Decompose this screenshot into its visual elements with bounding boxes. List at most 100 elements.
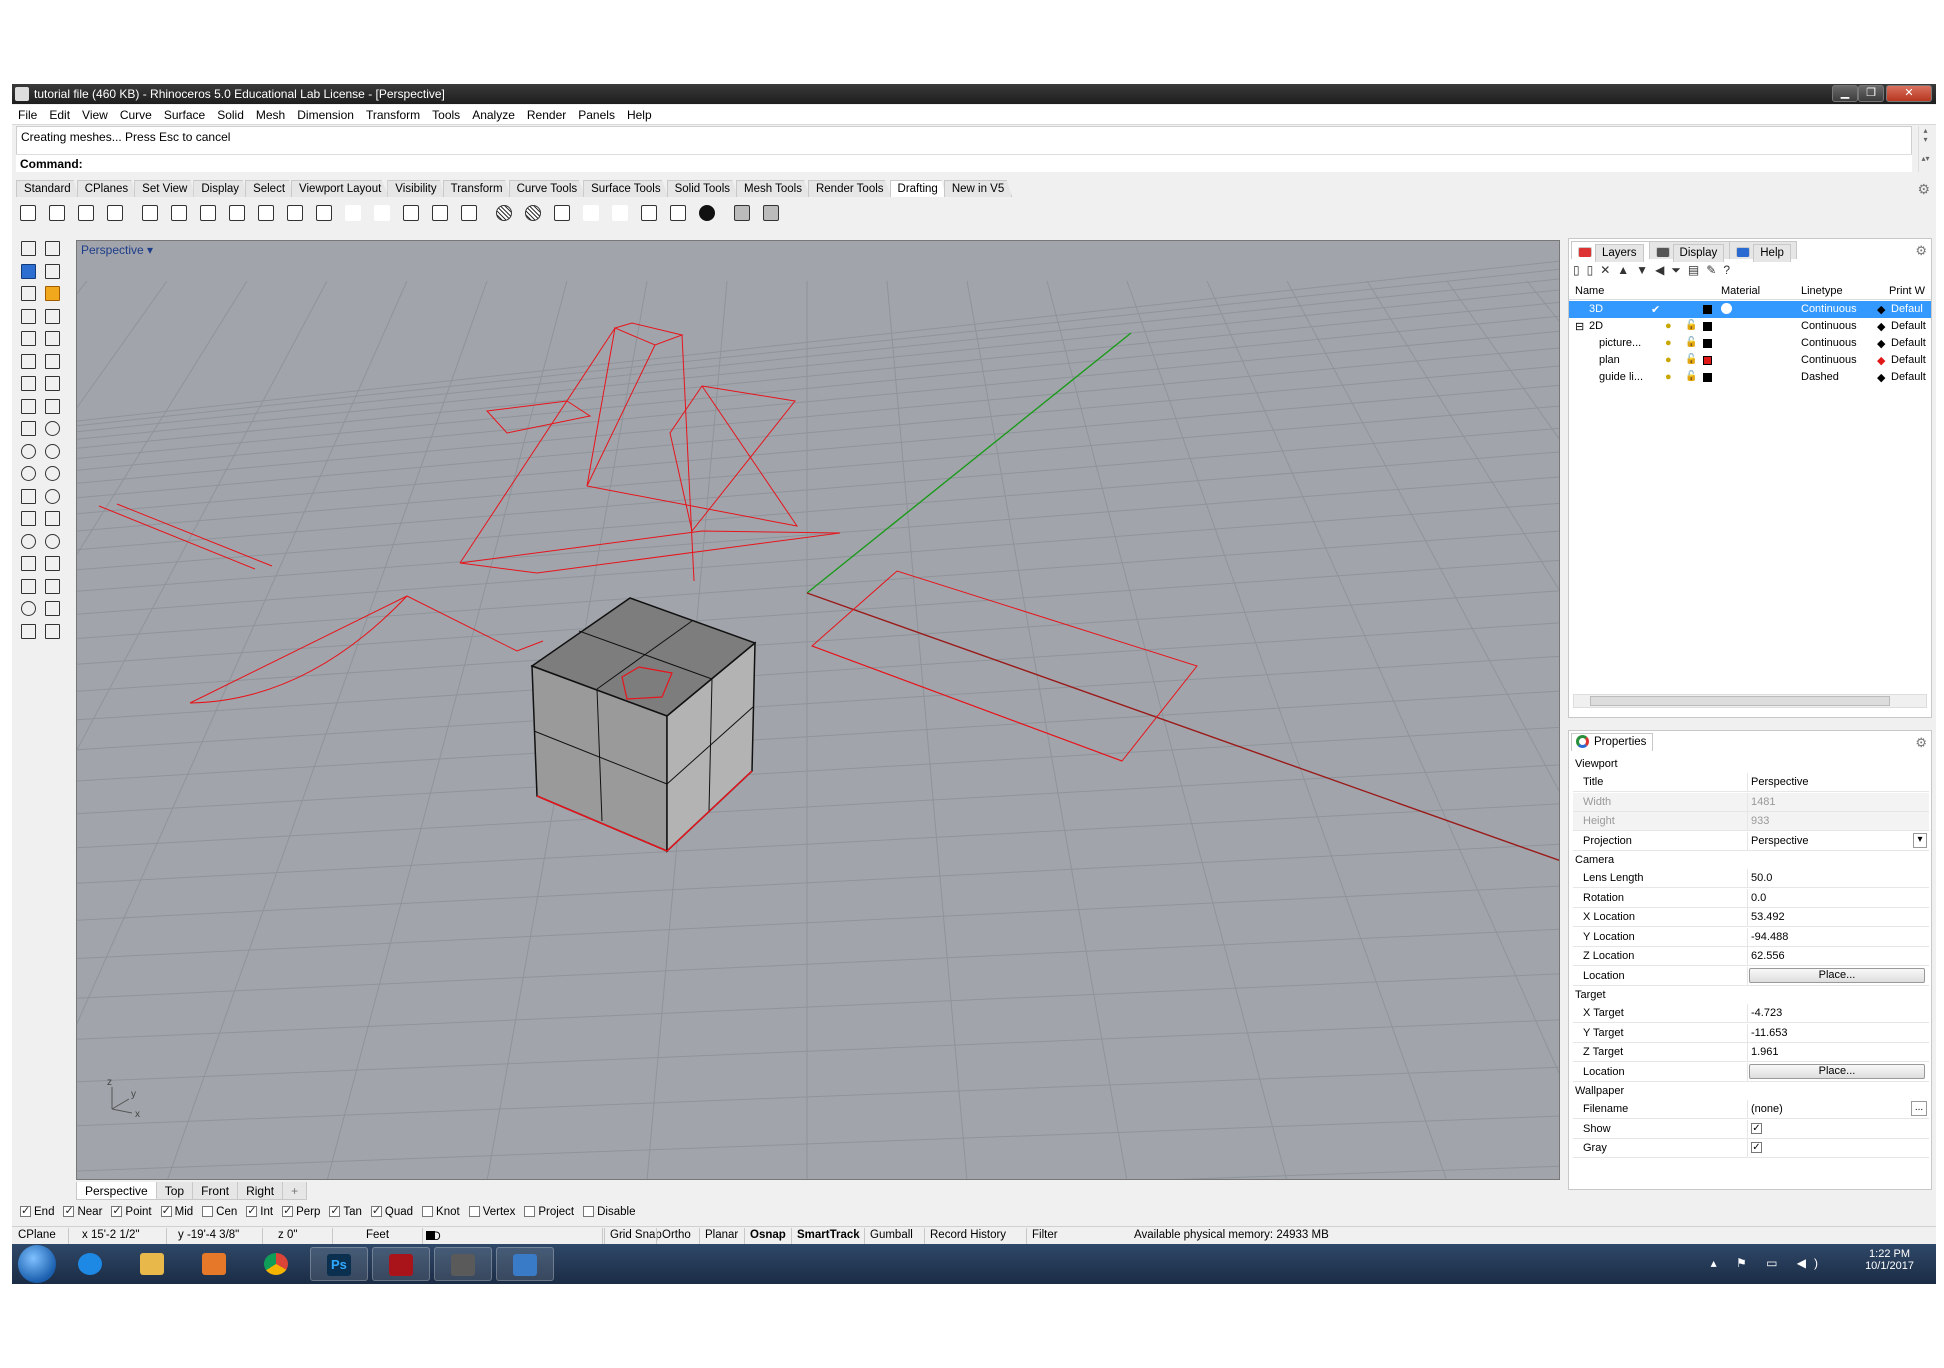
annotation-icon[interactable]: [639, 203, 659, 223]
col-name[interactable]: Name: [1575, 285, 1604, 297]
dimension-style-icon[interactable]: [459, 203, 479, 223]
dimension-edit-icon[interactable]: [430, 203, 450, 223]
viewport-tab-front[interactable]: Front: [192, 1182, 239, 1200]
projection-dropdown-icon[interactable]: ▾: [1913, 832, 1927, 848]
layout-icon[interactable]: [761, 203, 781, 223]
viewport-tab-right[interactable]: Right: [237, 1182, 284, 1200]
current-layer-check-icon[interactable]: ✔: [1651, 303, 1660, 316]
red-curve[interactable]: [98, 503, 273, 570]
lock-closed-icon[interactable]: 🔓: [1685, 371, 1697, 382]
menu-file[interactable]: File: [12, 105, 43, 122]
square-icon[interactable]: [18, 621, 40, 643]
hatch-icon[interactable]: [494, 203, 514, 223]
page-corner-icon[interactable]: [76, 203, 96, 223]
tangent-line-icon[interactable]: [42, 373, 64, 395]
osnap-quad[interactable]: Quad: [370, 1204, 413, 1218]
layer-color-swatch[interactable]: [1703, 339, 1712, 348]
menu-tools[interactable]: Tools: [426, 105, 466, 122]
minimize-button[interactable]: ▁: [1832, 85, 1858, 102]
perspective-viewport[interactable]: z yx Perspective ▾: [76, 240, 1560, 1180]
new-layer-icon[interactable]: ▯: [1573, 263, 1587, 277]
osnap-knot-checkbox[interactable]: [422, 1206, 434, 1217]
tab-standard[interactable]: Standard: [16, 180, 79, 197]
arc-3pt-icon[interactable]: [42, 486, 64, 508]
layer-row[interactable]: picture... ● 🔓 Continuous ◆ Default: [1569, 335, 1931, 352]
osnap-near[interactable]: Near: [63, 1204, 102, 1218]
rhino-taskbar-button[interactable]: [434, 1247, 492, 1281]
clock[interactable]: 1:22 PM 10/1/2017: [1865, 1248, 1914, 1272]
command-scrollbar[interactable]: ▴▾: [1918, 154, 1932, 172]
media-player-taskbar-button[interactable]: [186, 1247, 244, 1281]
lightbulb-icon[interactable]: ●: [1665, 320, 1672, 332]
toggle-smarttrack[interactable]: SmartTrack: [797, 1229, 860, 1241]
property-value[interactable]: 62.556: [1751, 950, 1785, 962]
frame-icon[interactable]: [42, 576, 64, 598]
gear-icon[interactable]: ⚙: [1917, 181, 1930, 198]
menu-curve[interactable]: Curve: [114, 105, 158, 122]
move-left-icon[interactable]: ◀: [1655, 263, 1671, 277]
viewport-tab-perspective[interactable]: Perspective: [76, 1182, 157, 1200]
osnap-cen[interactable]: Cen: [202, 1206, 237, 1218]
properties-tab[interactable]: Properties: [1571, 733, 1654, 751]
table-icon[interactable]: [668, 203, 688, 223]
layer-row[interactable]: 3D ✔ Continuous ◆ Defaul: [1569, 301, 1931, 318]
layer-row[interactable]: ⊟ 2D ● 🔓 Continuous ◆ Default: [1569, 318, 1931, 335]
sphere-icon[interactable]: [697, 203, 717, 223]
dimension-linear-icon[interactable]: [140, 203, 160, 223]
osnap-near-checkbox[interactable]: [63, 1204, 75, 1217]
leader-icon[interactable]: [285, 203, 305, 223]
viewport-tab-top[interactable]: Top: [155, 1182, 194, 1200]
osnap-icon[interactable]: [18, 283, 40, 305]
start-button[interactable]: [18, 1245, 56, 1283]
cplane-label[interactable]: CPlane: [18, 1229, 56, 1241]
lock-open-icon[interactable]: 🔓: [1685, 354, 1697, 365]
filter-icon[interactable]: ⏷: [1671, 263, 1688, 277]
panel-gear-icon[interactable]: ⚙: [1915, 243, 1927, 259]
text-block-icon[interactable]: [372, 203, 392, 223]
osnap-project-checkbox[interactable]: [524, 1206, 536, 1217]
osnap-tan-checkbox[interactable]: [329, 1204, 341, 1217]
osnap-disable-checkbox[interactable]: [583, 1206, 595, 1217]
history-scrollbar[interactable]: ▴ ▾: [1918, 126, 1932, 154]
box-object[interactable]: [530, 597, 757, 853]
osnap-tan[interactable]: Tan: [329, 1204, 362, 1218]
layer-print-width[interactable]: Default: [1891, 320, 1926, 332]
rectangle-icon[interactable]: [18, 203, 38, 223]
layer-expand-icon[interactable]: ⊟: [1575, 320, 1584, 333]
osnap-perp-checkbox[interactable]: [282, 1204, 294, 1217]
layer-linetype[interactable]: Continuous: [1801, 337, 1857, 349]
osnap-knot[interactable]: Knot: [422, 1206, 460, 1218]
circle-icon[interactable]: [18, 441, 40, 463]
layer-color-swatch[interactable]: [1703, 356, 1712, 365]
layer-linetype[interactable]: Continuous: [1801, 320, 1857, 332]
red-curve[interactable]: [485, 400, 592, 434]
red-curve[interactable]: [613, 322, 684, 346]
tab-transform[interactable]: Transform: [442, 180, 511, 197]
delete-layer-icon[interactable]: ✕: [1600, 263, 1617, 277]
page-fold-icon[interactable]: [105, 203, 125, 223]
material-icon[interactable]: [1721, 303, 1732, 314]
check-icon[interactable]: [552, 203, 572, 223]
polyline-icon[interactable]: [18, 306, 40, 328]
arc-offset-icon[interactable]: [42, 463, 64, 485]
offset-curve-icon[interactable]: [18, 508, 40, 530]
menu-view[interactable]: View: [76, 105, 114, 122]
toggle-record-history[interactable]: Record History: [930, 1229, 1006, 1241]
tools-icon[interactable]: ✎: [1706, 263, 1723, 277]
lightbulb-icon[interactable]: ●: [1665, 371, 1672, 383]
toggle-gumball[interactable]: Gumball: [870, 1229, 913, 1241]
tab-visibility[interactable]: Visibility: [387, 180, 445, 197]
tab-new-in-v5[interactable]: New in V5: [943, 180, 1013, 197]
menu-analyze[interactable]: Analyze: [466, 105, 521, 122]
panel-tab-display[interactable]: Display: [1648, 241, 1731, 262]
sketch-icon[interactable]: [42, 351, 64, 373]
print-color-icon[interactable]: ◆: [1877, 371, 1885, 384]
property-checkbox[interactable]: ✓: [1751, 1142, 1762, 1153]
ellipse-icon[interactable]: [18, 531, 40, 553]
rotate-icon[interactable]: [42, 418, 64, 440]
panel-tab-layers[interactable]: Layers: [1571, 241, 1650, 262]
menu-transform[interactable]: Transform: [360, 105, 426, 122]
toggle-ortho[interactable]: Ortho: [662, 1229, 691, 1241]
dimension-rotated-icon[interactable]: [198, 203, 218, 223]
interpolate-curve-icon[interactable]: [18, 351, 40, 373]
